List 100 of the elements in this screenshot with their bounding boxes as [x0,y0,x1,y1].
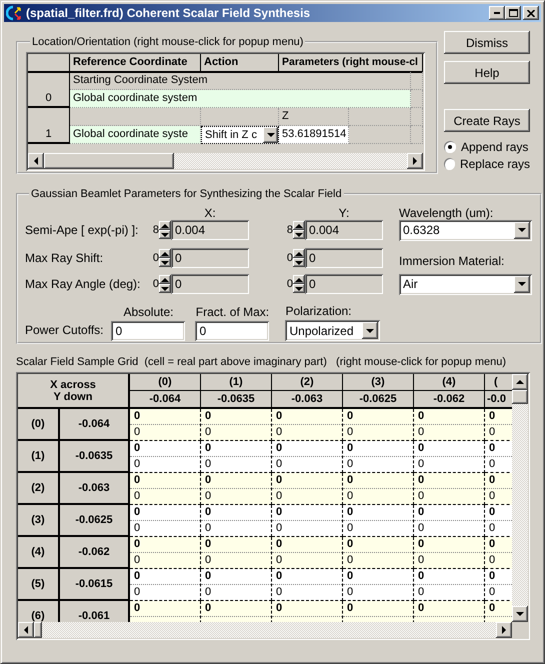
spin-down-button[interactable] [159,284,171,293]
down-arrow-icon [366,328,374,334]
dropdown-button[interactable] [263,127,278,143]
grid-cell[interactable]: 0 0 [485,537,512,569]
radio-button[interactable] [444,158,455,170]
grid-cell[interactable]: 0 0 [414,473,485,505]
dialog-button[interactable]: Help [444,61,530,84]
grid-cell[interactable]: 0 0 [485,441,512,473]
spin-down-button[interactable] [159,230,171,239]
grid-cell[interactable]: 0 [343,601,414,622]
spin-up-button[interactable] [159,221,171,230]
radio-button[interactable] [444,140,456,152]
dropdown-button[interactable] [514,276,530,292]
spin-up-button[interactable] [159,275,171,284]
grid-cell[interactable]: 0 0 [201,441,272,473]
spin-value: 8 [286,224,293,236]
close-button[interactable] [523,6,539,20]
radio-label[interactable]: Replace rays [460,156,530,170]
scroll-left-button[interactable] [18,622,34,638]
grid-cell[interactable]: 0 0 [201,537,272,569]
action-dropdown[interactable]: Shift in Z c [201,126,279,144]
input-field[interactable]: 0 [195,321,270,341]
minimize-button[interactable] [489,6,505,20]
polarization-dropdown[interactable]: Unpolarized [285,320,380,341]
grid-cell[interactable]: 0 0 [201,505,272,537]
scroll-up-button[interactable] [512,374,528,390]
spin-up-button[interactable] [293,249,305,258]
grid-cell[interactable]: 0 [201,601,272,622]
grid-cell[interactable]: 0 0 [343,473,414,505]
scroll-left-button[interactable] [28,153,44,169]
spin-value: 0 [152,278,159,290]
dialog-button[interactable]: Create Rays [444,109,530,132]
material-dropdown[interactable]: Air [399,274,532,294]
grid-cell[interactable]: 0 0 [343,569,414,601]
group-title: Gaussian Beamlet Parameters for Synthesizing the Scalar Field [30,188,343,200]
grid-cell[interactable]: 0 0 [272,537,343,569]
grid-cell[interactable]: 0 [130,601,201,622]
grid-cell[interactable]: 0 0 [130,409,201,441]
spin-down-button[interactable] [159,258,171,267]
grid-cell[interactable]: 0 0 [485,409,512,441]
grid-cell[interactable]: 0 0 [272,505,343,537]
grid-cell[interactable]: 0 0 [414,409,485,441]
dropdown-button[interactable] [362,322,378,339]
spin-down-button[interactable] [293,230,305,239]
right-arrow-icon [412,157,418,165]
up-arrow-icon [295,222,303,228]
table-cell[interactable]: 53.61891514 [279,126,349,144]
grid-cell[interactable]: 0 0 [485,473,512,505]
scroll-down-button[interactable] [512,606,528,622]
grid-cell[interactable]: 0 0 [343,441,414,473]
grid-cell[interactable]: 0 0 [130,569,201,601]
table-cell[interactable]: Global coordinate system [70,90,411,108]
grid-cell[interactable]: 0 0 [272,409,343,441]
scroll-thumb[interactable] [44,153,174,169]
spin-up-button[interactable] [293,221,305,230]
grid-cell[interactable]: 0 0 [272,569,343,601]
spin-down-button[interactable] [293,258,305,267]
row-header: (4) [18,537,60,569]
grid-cell[interactable]: 0 0 [130,537,201,569]
spin-down-button[interactable] [293,284,305,293]
grid-cell[interactable]: 0 0 [201,569,272,601]
spin-up-button[interactable] [159,249,171,258]
spin-value: 0 [286,252,293,264]
grid-cell[interactable]: 0 0 [485,569,512,601]
column-header: Action [201,54,279,73]
grid-cell[interactable]: 0 0 [343,409,414,441]
grid-cell[interactable]: 0 0 [485,505,512,537]
grid-cell[interactable]: 0 0 [414,569,485,601]
spin-up-button[interactable] [293,275,305,284]
grid-cell[interactable]: 0 0 [414,537,485,569]
grid-cell[interactable]: 0 0 [130,473,201,505]
row-header: (2) [18,473,60,505]
field-label: Max Ray Angle (deg): [25,277,142,291]
grid-cell[interactable]: 0 0 [414,441,485,473]
radio-label[interactable]: Append rays [461,140,528,154]
scroll-right-button[interactable] [496,622,512,638]
window-title: (spatial_filter.frd) Coherent Scalar Field Synthesis [26,6,312,20]
scroll-right-button[interactable] [407,153,423,169]
wavelength-dropdown[interactable]: 0.6328 [399,220,532,240]
grid-cell[interactable]: 0 0 [130,505,201,537]
grid-cell[interactable]: 0 [272,601,343,622]
field-label: Semi-Ape [ exp(-pi) ]: [25,223,140,237]
grid-cell[interactable]: 0 0 [201,473,272,505]
scroll-thumb[interactable] [512,390,528,404]
dropdown-button[interactable] [514,222,530,238]
scroll-thumb[interactable] [34,622,42,638]
dialog-button[interactable]: Dismiss [444,31,530,54]
grid-cell[interactable]: 0 0 [343,505,414,537]
maximize-button[interactable] [505,6,521,20]
grid-cell[interactable]: 0 0 [272,473,343,505]
grid-cell[interactable]: 0 [414,601,485,622]
close-icon [527,10,535,16]
table-cell[interactable]: Global coordinate syste [70,126,201,144]
grid-cell[interactable]: 0 0 [201,409,272,441]
input-field[interactable]: 0 [111,321,186,341]
grid-cell[interactable]: 0 0 [130,441,201,473]
grid-cell[interactable]: 0 [485,601,512,622]
grid-cell[interactable]: 0 0 [272,441,343,473]
grid-cell[interactable]: 0 0 [414,505,485,537]
grid-cell[interactable]: 0 0 [343,537,414,569]
